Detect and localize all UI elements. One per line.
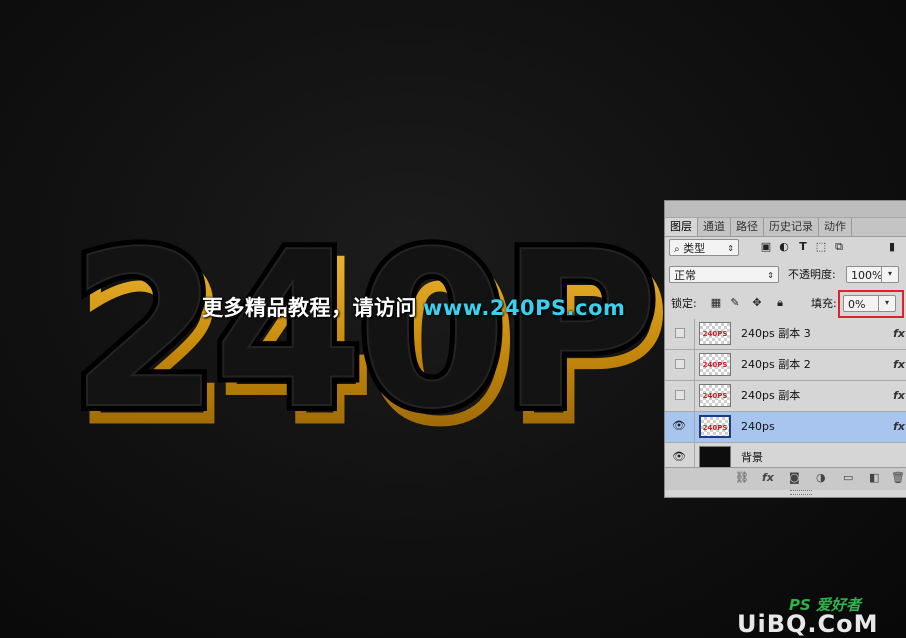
type-filter-icon[interactable]: T xyxy=(796,240,810,254)
updown-arrow-icon: ⇕ xyxy=(727,244,734,253)
layer-thumbnail: 240PS xyxy=(699,415,731,438)
opacity-dropdown-icon[interactable]: ▾ xyxy=(881,266,898,283)
updown-arrow-icon: ⇕ xyxy=(767,271,774,280)
blend-row: 正常 ⇕ 不透明度: 100% ▾ xyxy=(665,265,906,285)
svg-text:240P: 240P xyxy=(70,205,652,456)
visibility-off-box[interactable] xyxy=(675,390,685,400)
link-icon[interactable]: ⛓︎ xyxy=(735,471,749,485)
image-filter-icon[interactable]: ▣ xyxy=(759,240,773,254)
filter-kind-label: 类型 xyxy=(683,242,706,255)
panel-title-strip xyxy=(665,201,906,218)
new-layer-icon[interactable]: ◧ xyxy=(869,471,879,485)
layer-name[interactable]: 240ps 副本 xyxy=(741,381,800,411)
fx-icon[interactable]: fx xyxy=(893,381,905,411)
adjustment-icon[interactable]: ◑ xyxy=(816,471,826,485)
opacity-value: 100% xyxy=(851,269,883,282)
tab-actions[interactable]: 动作 xyxy=(819,218,852,236)
blend-mode-select[interactable]: 正常 ⇕ xyxy=(669,266,779,283)
lock-all-icon[interactable]: 🔒︎ xyxy=(773,296,787,310)
layer-row[interactable]: 240PS 240ps 副本 3 fx xyxy=(665,319,906,350)
shape-filter-icon[interactable]: ⬚ xyxy=(814,240,828,254)
eye-icon[interactable]: 👁︎ xyxy=(672,451,686,463)
watermark: 更多精品教程，请访问 www.240PS.com xyxy=(202,292,625,322)
layer-row[interactable]: 240PS 240ps 副本 fx xyxy=(665,381,906,412)
filter-row: ⌕ 类型 ⇕ ▣ ◐ T ⬚ ⧉ ▮ xyxy=(665,238,906,260)
fill-value: 0% xyxy=(848,298,866,311)
fx-icon[interactable]: fx xyxy=(893,350,905,380)
tab-channels[interactable]: 通道 xyxy=(698,218,731,236)
blend-mode-value: 正常 xyxy=(674,269,696,282)
layer-thumbnail: 240PS xyxy=(699,353,731,376)
lock-transparent-pixels-icon[interactable]: ▦ xyxy=(709,296,723,310)
lock-label: 锁定: xyxy=(671,297,697,310)
tab-history[interactable]: 历史记录 xyxy=(764,218,819,236)
fx-icon[interactable]: fx xyxy=(893,319,905,349)
filter-toggle-icon[interactable]: ▮ xyxy=(885,240,899,254)
layer-name[interactable]: 240ps 副本 2 xyxy=(741,350,811,380)
layers-list: 240PS 240ps 副本 3 fx 240PS 240ps 副本 2 fx … xyxy=(665,319,906,474)
smart-object-filter-icon[interactable]: ⧉ xyxy=(832,240,846,254)
fill-input[interactable]: 0% ▾ xyxy=(843,295,896,312)
lock-position-icon[interactable]: ✥ xyxy=(750,296,764,310)
layer-thumbnail: 240PS xyxy=(699,322,731,345)
opacity-label: 不透明度: xyxy=(788,268,836,281)
group-folder-icon[interactable]: ▭ xyxy=(843,471,853,485)
fx-icon[interactable]: fx xyxy=(893,412,905,442)
opacity-input[interactable]: 100% ▾ xyxy=(846,266,899,283)
layer-row[interactable]: 240PS 240ps 副本 2 fx xyxy=(665,350,906,381)
layer-thumbnail: 240PS xyxy=(699,384,731,407)
fill-dropdown-icon[interactable]: ▾ xyxy=(878,295,895,312)
layer-row-selected[interactable]: 👁︎ 240PS 240ps fx xyxy=(665,412,906,443)
layer-filter-select[interactable]: ⌕ 类型 ⇕ xyxy=(669,239,739,256)
fill-label: 填充: xyxy=(811,297,837,310)
layers-panel: 图层 通道 路径 历史记录 动作 ⌕ 类型 ⇕ ▣ ◐ T ⬚ ⧉ ▮ 正常 ⇕… xyxy=(664,200,906,498)
panel-tabs: 图层 通道 路径 历史记录 动作 xyxy=(665,218,906,237)
layers-bottom-bar: ⛓︎ fx ◙ ◑ ▭ ◧ 🗑︎ xyxy=(665,467,906,490)
visibility-cell[interactable] xyxy=(665,350,695,380)
visibility-off-box[interactable] xyxy=(675,359,685,369)
background-thumbnail xyxy=(699,446,731,469)
lock-fill-row: 锁定: ▦ ✎ ✥ 🔒︎ 填充: 0% ▾ xyxy=(665,290,906,318)
fx-icon[interactable]: fx xyxy=(762,471,774,485)
lock-image-pixels-icon[interactable]: ✎ xyxy=(728,296,742,310)
site-logo-main: UiBQ.CoM xyxy=(737,610,879,638)
panel-resize-grip[interactable] xyxy=(790,490,812,495)
tab-paths[interactable]: 路径 xyxy=(731,218,764,236)
adjustment-filter-icon[interactable]: ◐ xyxy=(777,240,791,254)
trash-icon[interactable]: 🗑︎ xyxy=(891,471,905,485)
layer-name[interactable]: 240ps xyxy=(741,412,775,442)
visibility-cell[interactable] xyxy=(665,381,695,411)
eye-icon[interactable]: 👁︎ xyxy=(672,420,686,432)
watermark-url: www.240PS.com xyxy=(423,296,626,320)
visibility-cell[interactable] xyxy=(665,319,695,349)
visibility-cell[interactable]: 👁︎ xyxy=(665,412,695,442)
search-icon: ⌕ xyxy=(674,244,680,255)
watermark-chinese-text: 更多精品教程，请访问 xyxy=(202,296,417,320)
mask-icon[interactable]: ◙ xyxy=(789,471,800,485)
layer-name[interactable]: 240ps 副本 3 xyxy=(741,319,811,349)
visibility-off-box[interactable] xyxy=(675,328,685,338)
tab-layers[interactable]: 图层 xyxy=(665,218,698,236)
